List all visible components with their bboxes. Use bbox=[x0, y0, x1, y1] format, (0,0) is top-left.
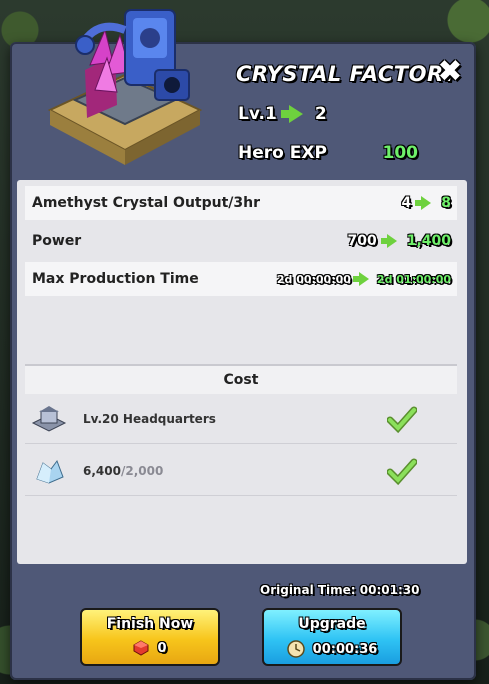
gem-icon bbox=[133, 640, 149, 656]
stat-from: 700 bbox=[347, 233, 377, 249]
cost-have: 6,400 bbox=[83, 463, 121, 478]
cost-item-crystal: 6,400/2,000 bbox=[25, 446, 457, 496]
upgrade-button[interactable]: Upgrade 00:00:36 bbox=[262, 608, 402, 666]
checkmark-icon bbox=[387, 406, 417, 433]
stat-to: 1,400 bbox=[406, 233, 451, 249]
crystal-factory-image bbox=[47, 9, 203, 165]
upgrade-time: 00:00:36 bbox=[264, 640, 400, 658]
stat-label: Power bbox=[32, 233, 82, 249]
stat-values: 2d 00:00:00 2d 01:00:00 bbox=[277, 272, 451, 286]
stat-row-max-production: Max Production Time 2d 00:00:00 2d 01:00… bbox=[25, 262, 457, 296]
crystal-icon bbox=[36, 459, 64, 484]
finish-now-value: 0 bbox=[157, 640, 167, 656]
level-row: Lv.1 2 bbox=[238, 104, 327, 124]
stat-from: 4 bbox=[401, 195, 412, 211]
cost-item-label: Lv.20 Headquarters bbox=[83, 411, 216, 426]
hero-exp-value: 100 bbox=[382, 143, 419, 163]
stat-to: 2d 01:00:00 bbox=[376, 272, 451, 286]
stat-label: Max Production Time bbox=[32, 271, 199, 287]
finish-now-label: Finish Now bbox=[106, 616, 194, 632]
hero-exp-label: Hero EXP bbox=[238, 143, 327, 163]
hero-exp-row: Hero EXP 100 bbox=[238, 143, 418, 163]
stat-to: 8 bbox=[441, 195, 451, 211]
arrow-right-icon bbox=[352, 272, 369, 286]
stat-from: 2d 00:00:00 bbox=[276, 272, 351, 286]
level-to: 2 bbox=[314, 104, 327, 124]
finish-now-cost: 0 bbox=[82, 640, 218, 656]
cost-item-amount: 6,400/2,000 bbox=[83, 464, 387, 478]
stat-row-output: Amethyst Crystal Output/3hr 4 8 bbox=[25, 186, 457, 220]
cost-need: /2,000 bbox=[120, 463, 164, 478]
stat-values: 700 1,400 bbox=[347, 233, 451, 249]
original-time: Original Time: 00:01:30 bbox=[260, 583, 420, 597]
cost-item-headquarters: Lv.20 Headquarters bbox=[25, 394, 457, 444]
upgrade-time-value: 00:00:36 bbox=[312, 641, 378, 657]
clock-icon bbox=[286, 640, 305, 658]
close-icon[interactable]: ✖ bbox=[434, 56, 466, 88]
building-title: CRYSTAL FACTORY bbox=[236, 62, 458, 86]
level-from: Lv.1 bbox=[238, 104, 277, 124]
stat-label: Amethyst Crystal Output/3hr bbox=[32, 195, 261, 211]
arrow-right-icon bbox=[280, 105, 303, 123]
stat-row-power: Power 700 1,400 bbox=[25, 224, 457, 258]
checkmark-icon bbox=[387, 458, 417, 485]
arrow-right-icon bbox=[415, 196, 432, 210]
stat-values: 4 8 bbox=[402, 195, 452, 211]
cost-header: Cost bbox=[25, 364, 457, 394]
finish-now-button[interactable]: Finish Now 0 bbox=[80, 608, 220, 666]
headquarters-icon bbox=[31, 405, 67, 432]
details-card: Amethyst Crystal Output/3hr 4 8 Power 70… bbox=[17, 180, 467, 564]
upgrade-label: Upgrade bbox=[298, 616, 366, 632]
arrow-right-icon bbox=[380, 234, 397, 248]
